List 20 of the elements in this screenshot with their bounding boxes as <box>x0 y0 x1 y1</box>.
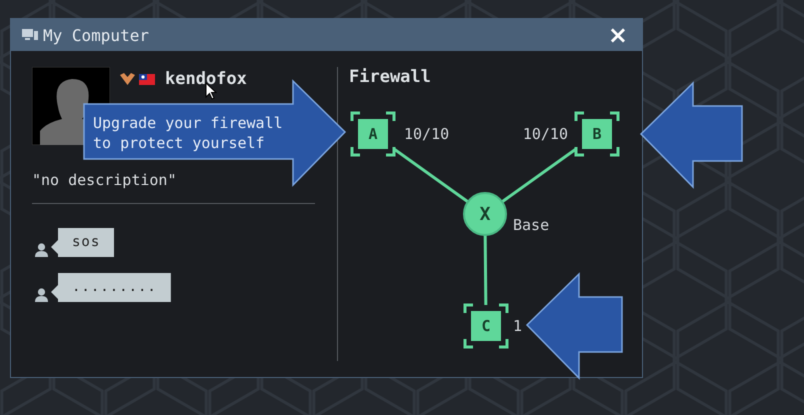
profile-description: "no description" <box>32 171 178 189</box>
person-icon <box>35 288 48 302</box>
person-icon <box>35 243 48 257</box>
firewall-node[interactable]: B <box>574 112 620 156</box>
chat-bubble: ......... <box>51 273 171 302</box>
node-label: 1 <box>513 317 522 335</box>
callout-text: Upgrade your firewall to protect yourself <box>93 113 284 153</box>
flag-icon <box>139 74 155 84</box>
node-label: 10/10 <box>404 125 450 143</box>
window-title: My Computer <box>43 26 150 44</box>
firewall-node[interactable]: A <box>350 112 396 156</box>
base-node[interactable]: X <box>463 192 507 236</box>
section-title: Firewall <box>349 67 432 87</box>
chat-bubble: sos <box>51 228 114 257</box>
close-button[interactable]: × <box>604 23 632 47</box>
monitor-icon <box>22 29 38 41</box>
firewall-node[interactable]: C <box>464 304 508 348</box>
node-label: Base <box>513 216 550 234</box>
node-label: 10/10 <box>522 125 568 143</box>
username: kendofox <box>165 69 247 89</box>
